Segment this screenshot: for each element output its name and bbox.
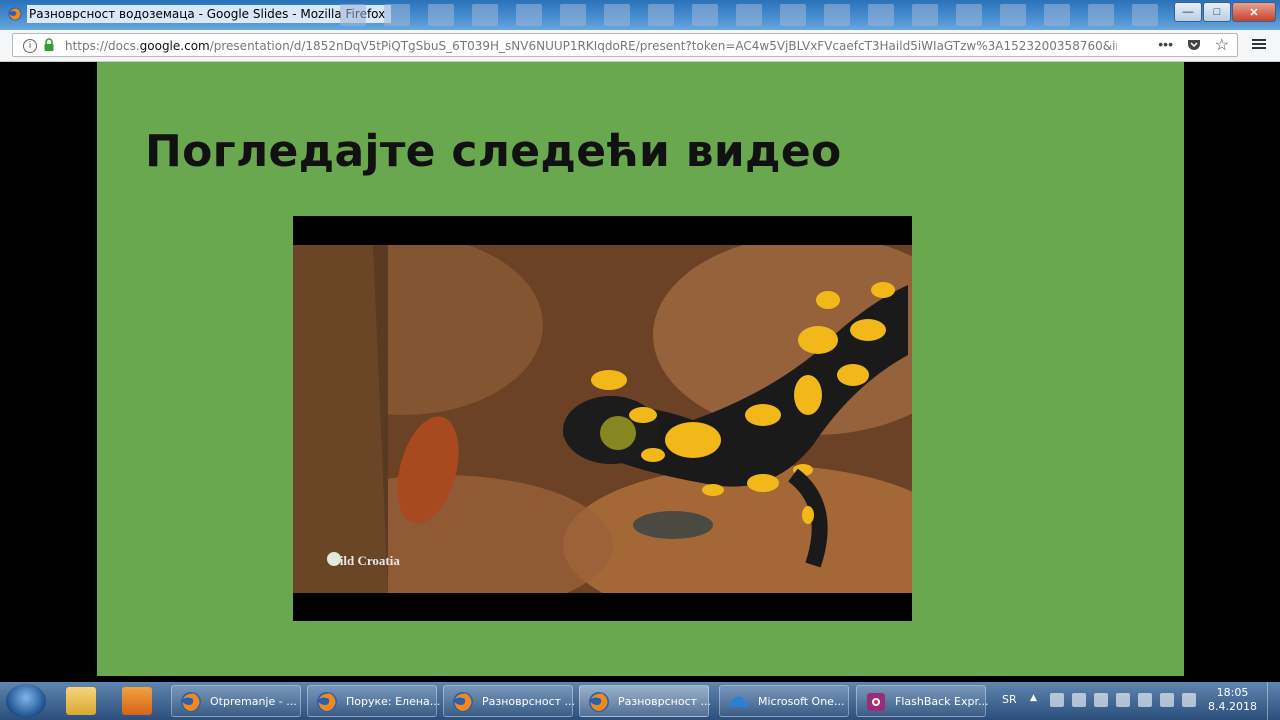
taskbar-item[interactable]: Поруке: Елена...	[307, 685, 440, 717]
salamander-image	[293, 245, 912, 593]
clock-time: 18:05	[1216, 686, 1249, 699]
show-hidden-icons-icon[interactable]: ▲	[1030, 693, 1037, 703]
taskbar: Otpremanje - ... Поруке: Елена... Разнов…	[0, 682, 1280, 720]
tray-app-icon[interactable]	[1094, 693, 1108, 707]
tray-app-icon[interactable]	[1072, 693, 1086, 707]
firefox-icon	[453, 692, 473, 712]
browser-toolbar: i https://docs.google.com/presentation/d…	[0, 30, 1280, 62]
close-button[interactable]: ✕	[1232, 2, 1276, 22]
maximize-button[interactable]: □	[1203, 2, 1231, 22]
video-watermark: Wild Croatia	[327, 553, 400, 568]
minimize-button[interactable]: —	[1174, 2, 1202, 22]
presentation-viewport: Погледајте следећи видео Wild Croatia	[0, 62, 1280, 676]
hamburger-menu-icon[interactable]	[1252, 37, 1266, 51]
clock[interactable]: 18:05 8.4.2018	[1208, 686, 1257, 714]
lock-icon[interactable]	[43, 38, 55, 52]
video-frame[interactable]: Wild Croatia	[293, 245, 912, 593]
window-title: Разноврсност водоземаца - Google Slides …	[27, 5, 392, 23]
firefox-icon	[181, 692, 201, 712]
url-bar[interactable]: i https://docs.google.com/presentation/d…	[12, 33, 1238, 57]
taskbar-item[interactable]: Otpremanje - ...	[171, 685, 301, 717]
media-player-icon[interactable]	[122, 687, 152, 715]
network-icon[interactable]	[1116, 693, 1130, 707]
tray-app-icon[interactable]	[1050, 693, 1064, 707]
slide[interactable]: Погледајте следећи видео Wild Croatia	[97, 62, 1184, 676]
desktop-background-icons	[340, 4, 1170, 26]
firefox-icon	[8, 7, 22, 21]
start-button[interactable]	[6, 684, 46, 718]
url-text[interactable]: https://docs.google.com/presentation/d/1…	[65, 38, 1117, 54]
site-info-icon[interactable]: i	[23, 39, 37, 53]
window-titlebar[interactable]: Разноврсност водоземаца - Google Slides …	[0, 0, 1280, 30]
action-center-flag-icon[interactable]	[1160, 693, 1174, 707]
explorer-icon[interactable]	[66, 687, 96, 715]
page-actions-icon[interactable]: •••	[1158, 36, 1173, 52]
taskbar-item[interactable]: Разноврсност ...	[443, 685, 575, 717]
video-player[interactable]: Wild Croatia	[293, 216, 912, 621]
volume-icon[interactable]	[1182, 693, 1196, 707]
slide-title: Погледајте следећи видео	[145, 126, 842, 177]
bookmark-star-icon[interactable]: ☆	[1215, 35, 1229, 55]
firefox-icon	[589, 692, 609, 712]
flashback-icon	[867, 693, 885, 711]
tray-app-icon[interactable]	[1138, 693, 1152, 707]
onedrive-icon	[729, 696, 749, 707]
show-desktop-button[interactable]	[1267, 682, 1280, 720]
taskbar-item[interactable]: Microsoft One...	[719, 685, 849, 717]
system-tray: SR ▲ 18:05 8.4.2018	[994, 682, 1280, 720]
firefox-icon	[317, 692, 337, 712]
taskbar-item[interactable]: FlashBack Expr...	[856, 685, 988, 717]
taskbar-item-active[interactable]: Разноврсност ...	[579, 685, 711, 717]
pocket-icon[interactable]	[1187, 39, 1201, 51]
clock-date: 8.4.2018	[1208, 700, 1257, 713]
language-indicator[interactable]: SR	[1002, 693, 1017, 706]
